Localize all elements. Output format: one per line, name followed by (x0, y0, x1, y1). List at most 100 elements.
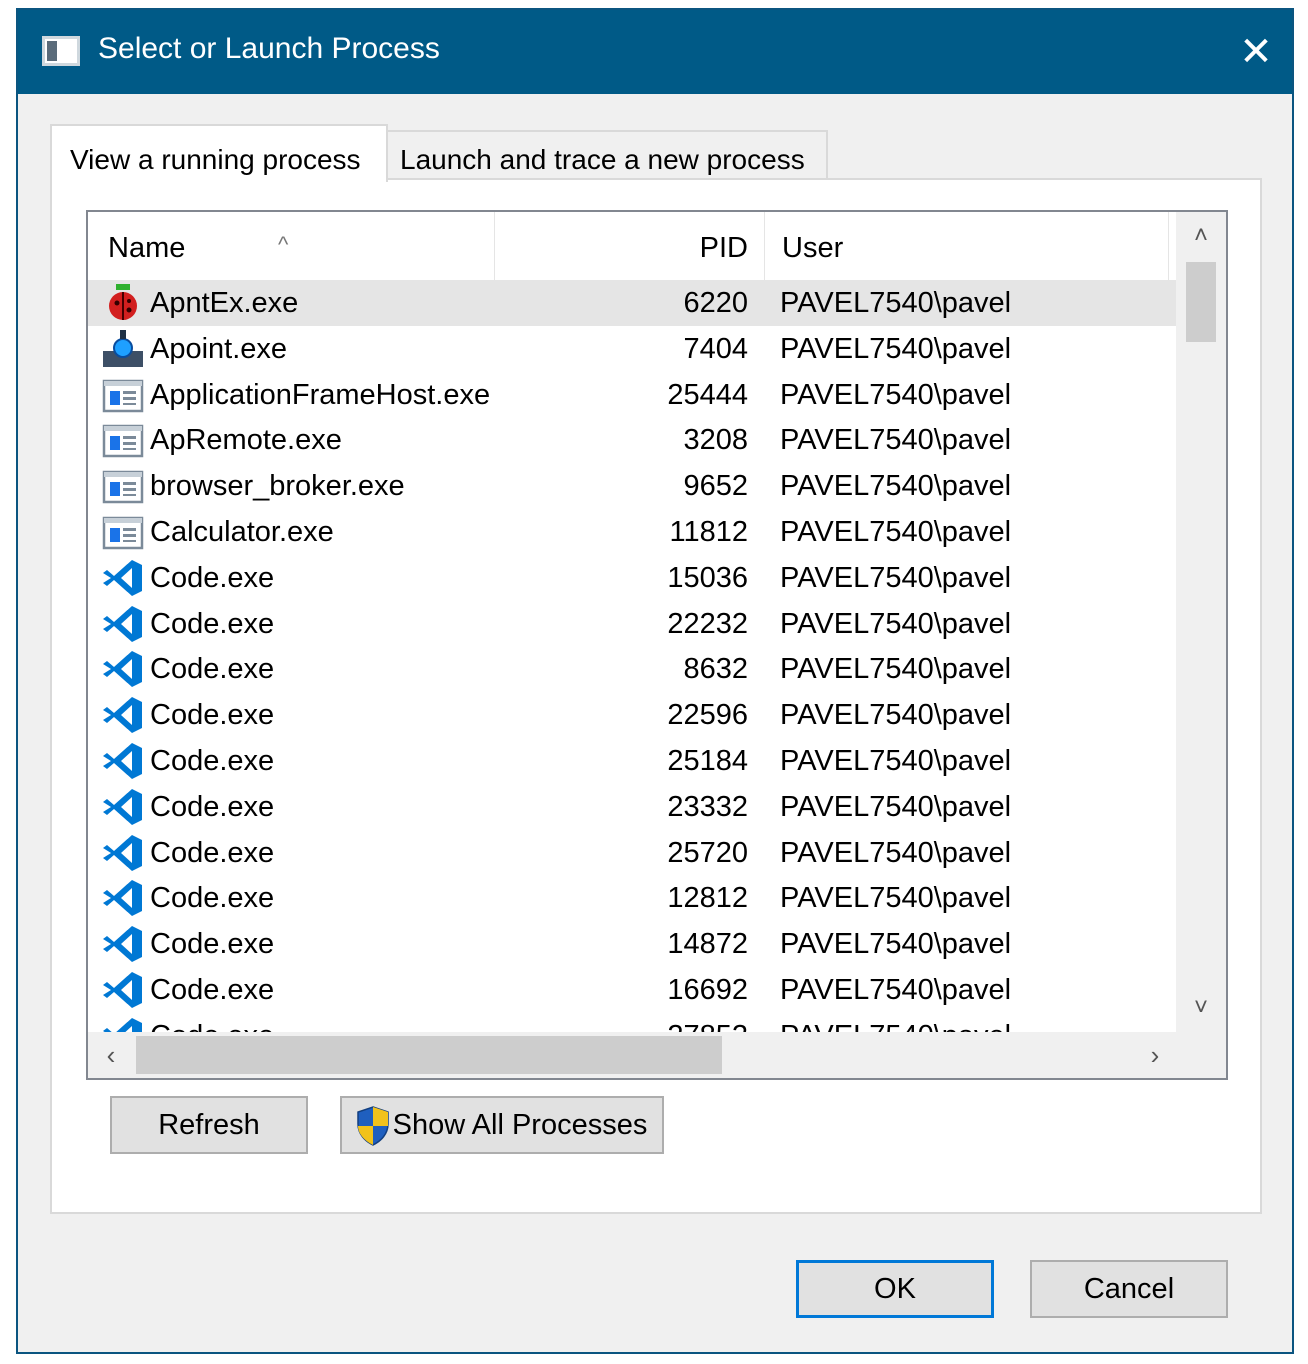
process-list[interactable]: ^ Name PID User ApntEx.exe 6220 PAVEL7540\… (86, 210, 1228, 1080)
process-name: Code.exe (150, 790, 275, 823)
vscode-icon (102, 695, 144, 735)
window-app-icon (102, 375, 144, 415)
scroll-down-arrow-icon[interactable]: ˅ (1176, 984, 1226, 1032)
process-user: PAVEL7540\pavel (780, 973, 1012, 1006)
sort-ascending-icon: ^ (278, 232, 289, 257)
table-row[interactable]: Code.exe 22596 PAVEL7540\pavel (88, 692, 1178, 738)
process-pid: 15036 (667, 561, 748, 594)
vscode-icon (102, 833, 144, 873)
vscode-icon (102, 787, 144, 827)
vscode-icon (102, 604, 144, 644)
process-name: ApntEx.exe (150, 287, 299, 319)
table-row[interactable]: Code.exe 25720 PAVEL7540\pavel (88, 830, 1178, 876)
window-app-icon (102, 512, 144, 552)
process-user: PAVEL7540\pavel (780, 882, 1012, 915)
table-row[interactable]: ApplicationFrameHost.exe 25444 PAVEL7540\p… (88, 372, 1178, 418)
ok-button[interactable]: OK (796, 1260, 994, 1318)
uac-shield-icon (357, 1106, 389, 1146)
table-row[interactable]: Calculator.exe 11812 PAVEL7540\pavel (88, 509, 1178, 555)
process-pid: 22596 (667, 699, 748, 732)
title-bar[interactable]: Select or Launch Process ✕ (18, 10, 1292, 94)
table-row[interactable]: Code.exe 12812 PAVEL7540\pavel (88, 875, 1178, 921)
process-pid: 3208 (683, 424, 748, 457)
vscode-icon (102, 970, 144, 1010)
vertical-scroll-thumb[interactable] (1186, 262, 1216, 342)
process-pid: 22232 (667, 607, 748, 640)
table-row[interactable]: Code.exe 16692 PAVEL7540\pavel (88, 967, 1178, 1013)
process-user: PAVEL7540\pavel (780, 561, 1012, 594)
horizontal-scroll-thumb[interactable] (136, 1036, 722, 1074)
process-user: PAVEL7540\pavel (780, 607, 1012, 640)
vscode-icon (102, 878, 144, 918)
process-pid: 12812 (667, 882, 748, 915)
process-name: Apoint.exe (150, 332, 288, 365)
process-pid: 14872 (667, 928, 748, 961)
tab-view-running-process[interactable]: View a running process (50, 124, 388, 182)
vertical-scrollbar[interactable]: ˄ ˅ (1176, 212, 1226, 1032)
tab-label: View a running process (70, 144, 361, 175)
table-row[interactable]: ApRemote.exe 3208 PAVEL7540\pavel (88, 417, 1178, 463)
horizontal-scrollbar[interactable]: ‹ › (88, 1032, 1178, 1078)
dialog-window: Select or Launch Process ✕ View a runnin… (16, 8, 1294, 1354)
window-app-icon (102, 420, 144, 460)
table-row[interactable]: Code.exe 22232 PAVEL7540\pavel (88, 601, 1178, 647)
table-row[interactable]: Code.exe 8632 PAVEL7540\pavel (88, 646, 1178, 692)
column-header-name[interactable]: ^ Name (88, 212, 495, 280)
vscode-icon (102, 741, 144, 781)
process-pid: 9652 (683, 470, 748, 503)
scroll-right-arrow-icon[interactable]: › (1132, 1032, 1178, 1078)
process-name: Code.exe (150, 744, 275, 777)
close-button[interactable]: ✕ (1226, 22, 1286, 82)
process-name: Code.exe (150, 561, 275, 594)
process-name: ApplicationFrameHost.exe (150, 378, 491, 411)
process-pid: 7404 (683, 332, 748, 365)
process-name: Code.exe (150, 653, 275, 686)
process-pid: 8632 (683, 653, 748, 686)
list-rows: ApntEx.exe 6220 PAVEL7540\pavel Apoint.exe 7… (88, 280, 1178, 1034)
scroll-left-arrow-icon[interactable]: ‹ (88, 1032, 134, 1078)
cancel-button[interactable]: Cancel (1030, 1260, 1228, 1318)
process-user: PAVEL7540\pavel (780, 378, 1012, 411)
process-name: Code.exe (150, 973, 275, 1006)
window-title: Select or Launch Process (98, 32, 440, 65)
window-app-icon (102, 466, 144, 506)
tab-launch-new-process[interactable]: Launch and trace a new process (386, 130, 828, 180)
process-user: PAVEL7540\pavel (780, 424, 1012, 457)
process-user: PAVEL7540\pavel (780, 470, 1012, 503)
list-header: ^ Name PID User (88, 212, 1169, 280)
process-pid: 25444 (667, 378, 748, 411)
apoint-icon (102, 329, 144, 369)
process-name: Code.exe (150, 607, 275, 640)
process-pid: 6220 (683, 287, 748, 319)
process-name: Code.exe (150, 836, 275, 869)
process-pid: 25720 (667, 836, 748, 869)
table-row[interactable]: ApntEx.exe 6220 PAVEL7540\pavel (88, 280, 1178, 326)
process-name: Code.exe (150, 882, 275, 915)
vscode-icon (102, 558, 144, 598)
process-user: PAVEL7540\pavel (780, 332, 1012, 365)
process-user: PAVEL7540\pavel (780, 287, 1012, 319)
process-name: Code.exe (150, 928, 275, 961)
column-header-pid[interactable]: PID (494, 212, 765, 280)
table-row[interactable]: Apoint.exe 7404 PAVEL7540\pavel (88, 326, 1178, 372)
show-all-processes-button[interactable]: Show All Processes (340, 1096, 664, 1154)
process-name: ApRemote.exe (150, 424, 342, 457)
process-user: PAVEL7540\pavel (780, 790, 1012, 823)
table-row[interactable]: Code.exe 15036 PAVEL7540\pavel (88, 555, 1178, 601)
table-row[interactable]: Code.exe 25184 PAVEL7540\pavel (88, 738, 1178, 784)
column-header-user[interactable]: User (764, 212, 1169, 280)
tab-label: Launch and trace a new process (400, 144, 805, 175)
process-pid: 11812 (669, 515, 749, 548)
process-pid: 25184 (667, 744, 748, 777)
table-row[interactable]: browser_broker.exe 9652 PAVEL7540\pavel (88, 463, 1178, 509)
scroll-up-arrow-icon[interactable]: ˄ (1176, 212, 1226, 260)
table-row[interactable]: Code.exe 23332 PAVEL7540\pavel (88, 784, 1178, 830)
table-row[interactable]: Code.exe27852PAVEL7540\pavel (88, 1013, 1178, 1034)
refresh-button[interactable]: Refresh (110, 1096, 308, 1154)
process-user: PAVEL7540\pavel (780, 836, 1012, 869)
table-row[interactable]: Code.exe 14872 PAVEL7540\pavel (88, 921, 1178, 967)
process-user: PAVEL7540\pavel (780, 928, 1012, 961)
process-user: PAVEL7540\pavel (780, 744, 1012, 777)
process-pid: 23332 (667, 790, 748, 823)
process-user: PAVEL7540\pavel (780, 699, 1012, 732)
